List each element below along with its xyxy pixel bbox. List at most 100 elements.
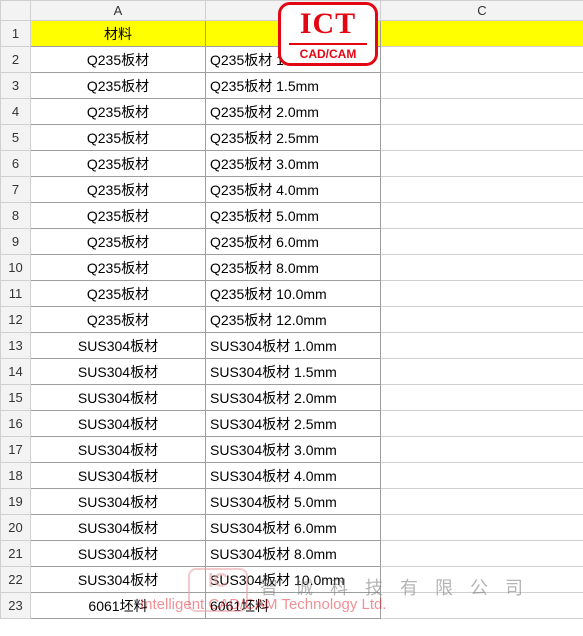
- row-header[interactable]: 13: [1, 333, 31, 359]
- cell-C4[interactable]: [381, 99, 583, 125]
- table-row: 16SUS304板材SUS304板材 2.5mm: [1, 411, 583, 437]
- cell-C7[interactable]: [381, 177, 583, 203]
- cell-C10[interactable]: [381, 255, 583, 281]
- cell-C9[interactable]: [381, 229, 583, 255]
- cell-B20[interactable]: SUS304板材 6.0mm: [206, 515, 381, 541]
- cell-B14[interactable]: SUS304板材 1.5mm: [206, 359, 381, 385]
- cell-C5[interactable]: [381, 125, 583, 151]
- cell-B11[interactable]: Q235板材 10.0mm: [206, 281, 381, 307]
- row-header[interactable]: 23: [1, 593, 31, 619]
- cell-C14[interactable]: [381, 359, 583, 385]
- row-header[interactable]: 3: [1, 73, 31, 99]
- row-header[interactable]: 16: [1, 411, 31, 437]
- cell-A22[interactable]: SUS304板材: [31, 567, 206, 593]
- cell-A7[interactable]: Q235板材: [31, 177, 206, 203]
- cell-C16[interactable]: [381, 411, 583, 437]
- cell-C23[interactable]: [381, 593, 583, 619]
- cell-A13[interactable]: SUS304板材: [31, 333, 206, 359]
- cell-B18[interactable]: SUS304板材 4.0mm: [206, 463, 381, 489]
- row-header[interactable]: 4: [1, 99, 31, 125]
- cell-A14[interactable]: SUS304板材: [31, 359, 206, 385]
- row-header[interactable]: 18: [1, 463, 31, 489]
- row-header[interactable]: 8: [1, 203, 31, 229]
- cell-B8[interactable]: Q235板材 5.0mm: [206, 203, 381, 229]
- cell-A6[interactable]: Q235板材: [31, 151, 206, 177]
- cell-A16[interactable]: SUS304板材: [31, 411, 206, 437]
- cell-A4[interactable]: Q235板材: [31, 99, 206, 125]
- col-header-A[interactable]: A: [31, 1, 206, 21]
- col-header-C[interactable]: C: [381, 1, 583, 21]
- cell-C8[interactable]: [381, 203, 583, 229]
- cell-B12[interactable]: Q235板材 12.0mm: [206, 307, 381, 333]
- row-header[interactable]: 15: [1, 385, 31, 411]
- cell-A17[interactable]: SUS304板材: [31, 437, 206, 463]
- cell-B19[interactable]: SUS304板材 5.0mm: [206, 489, 381, 515]
- cell-C15[interactable]: [381, 385, 583, 411]
- cell-A5[interactable]: Q235板材: [31, 125, 206, 151]
- cell-A8[interactable]: Q235板材: [31, 203, 206, 229]
- row-header[interactable]: 6: [1, 151, 31, 177]
- row-header[interactable]: 7: [1, 177, 31, 203]
- cell-B17[interactable]: SUS304板材 3.0mm: [206, 437, 381, 463]
- cell-B13[interactable]: SUS304板材 1.0mm: [206, 333, 381, 359]
- cell-A20[interactable]: SUS304板材: [31, 515, 206, 541]
- cell-C13[interactable]: [381, 333, 583, 359]
- row-header[interactable]: 10: [1, 255, 31, 281]
- row-header[interactable]: 17: [1, 437, 31, 463]
- row-header[interactable]: 2: [1, 47, 31, 73]
- logo-text: ICT: [281, 7, 375, 41]
- cell-A1[interactable]: 材料: [31, 21, 206, 47]
- cell-C18[interactable]: [381, 463, 583, 489]
- cell-B21[interactable]: SUS304板材 8.0mm: [206, 541, 381, 567]
- row-header[interactable]: 12: [1, 307, 31, 333]
- cell-B15[interactable]: SUS304板材 2.0mm: [206, 385, 381, 411]
- cell-B6[interactable]: Q235板材 3.0mm: [206, 151, 381, 177]
- select-all-corner[interactable]: [1, 1, 31, 21]
- cell-A10[interactable]: Q235板材: [31, 255, 206, 281]
- cell-C21[interactable]: [381, 541, 583, 567]
- cell-A18[interactable]: SUS304板材: [31, 463, 206, 489]
- cell-C6[interactable]: [381, 151, 583, 177]
- cell-B3[interactable]: Q235板材 1.5mm: [206, 73, 381, 99]
- cell-B10[interactable]: Q235板材 8.0mm: [206, 255, 381, 281]
- cell-B16[interactable]: SUS304板材 2.5mm: [206, 411, 381, 437]
- cell-C22[interactable]: [381, 567, 583, 593]
- cell-B23[interactable]: 6061坯料: [206, 593, 381, 619]
- cell-C3[interactable]: [381, 73, 583, 99]
- cell-B5[interactable]: Q235板材 2.5mm: [206, 125, 381, 151]
- cell-C2[interactable]: [381, 47, 583, 73]
- cell-A9[interactable]: Q235板材: [31, 229, 206, 255]
- cell-A12[interactable]: Q235板材: [31, 307, 206, 333]
- row-header[interactable]: 11: [1, 281, 31, 307]
- cell-B4[interactable]: Q235板材 2.0mm: [206, 99, 381, 125]
- cell-C20[interactable]: [381, 515, 583, 541]
- table-row: 6Q235板材Q235板材 3.0mm: [1, 151, 583, 177]
- cell-A21[interactable]: SUS304板材: [31, 541, 206, 567]
- cell-A23[interactable]: 6061坯料: [31, 593, 206, 619]
- table-row: 13SUS304板材SUS304板材 1.0mm: [1, 333, 583, 359]
- row-header[interactable]: 19: [1, 489, 31, 515]
- row-header[interactable]: 21: [1, 541, 31, 567]
- ict-logo: ICT CAD/CAM: [278, 2, 378, 66]
- cell-A3[interactable]: Q235板材: [31, 73, 206, 99]
- row-header[interactable]: 22: [1, 567, 31, 593]
- cell-A19[interactable]: SUS304板材: [31, 489, 206, 515]
- cell-B9[interactable]: Q235板材 6.0mm: [206, 229, 381, 255]
- row-header[interactable]: 9: [1, 229, 31, 255]
- cell-C12[interactable]: [381, 307, 583, 333]
- cell-A2[interactable]: Q235板材: [31, 47, 206, 73]
- row-header[interactable]: 1: [1, 21, 31, 47]
- cell-B22[interactable]: SUS304板材 10.0mm: [206, 567, 381, 593]
- cell-C17[interactable]: [381, 437, 583, 463]
- cell-A11[interactable]: Q235板材: [31, 281, 206, 307]
- cell-A15[interactable]: SUS304板材: [31, 385, 206, 411]
- row-header[interactable]: 14: [1, 359, 31, 385]
- cell-C11[interactable]: [381, 281, 583, 307]
- cell-C1[interactable]: [381, 21, 583, 47]
- row-header[interactable]: 5: [1, 125, 31, 151]
- cell-B7[interactable]: Q235板材 4.0mm: [206, 177, 381, 203]
- row-header[interactable]: 20: [1, 515, 31, 541]
- table-row: 12Q235板材Q235板材 12.0mm: [1, 307, 583, 333]
- cell-C19[interactable]: [381, 489, 583, 515]
- grid[interactable]: A B C 1 材料 材料 2Q235板材Q235板材 1.0mm3Q235板材…: [0, 0, 583, 619]
